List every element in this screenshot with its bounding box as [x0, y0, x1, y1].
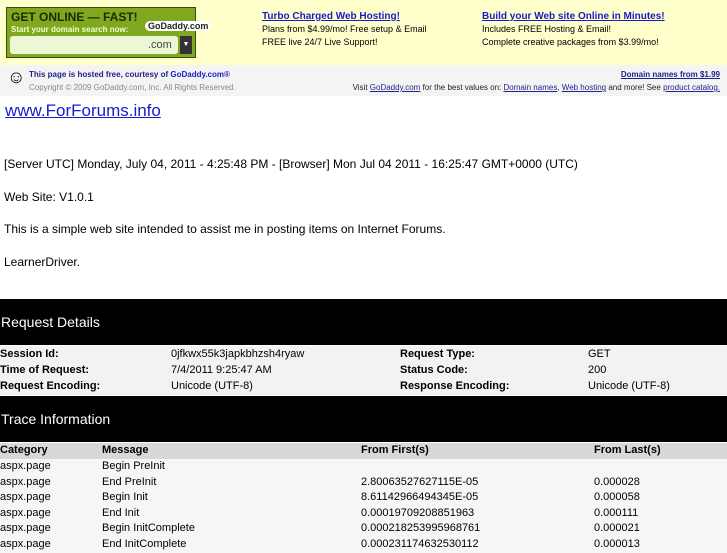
- web-hosting-link[interactable]: Web hosting: [562, 83, 606, 92]
- website-link[interactable]: Build your Web site Online in Minutes!: [482, 11, 665, 22]
- table-row: aspx.page Begin Init 8.61142966494345E-05 0…: [0, 490, 727, 506]
- table-cell: End Init: [102, 506, 140, 519]
- hosted-text: This page is hosted free, courtesy of: [29, 70, 169, 79]
- table-row: aspx.page Begin PreInit: [0, 459, 727, 475]
- table-cell: aspx.page: [0, 460, 51, 472]
- col-message: Message: [102, 444, 149, 456]
- response-encoding-value: Unicode (UTF-8): [588, 380, 670, 392]
- encoding-label: Request Encoding:: [0, 380, 101, 392]
- table-row: aspx.page End Init 0.00019709208851963 0.00…: [0, 505, 727, 522]
- type-value: GET: [588, 348, 611, 360]
- time-value: 7/4/2011 9:25:47 AM: [171, 364, 272, 376]
- website-ad: Build your Web site Online in Minutes! I…: [482, 10, 665, 49]
- table-cell: 0.000021: [594, 522, 640, 534]
- version-text: Web Site: V1.0.1: [4, 190, 94, 204]
- table-row: aspx.page Begin InitComplete 0.00021825399…: [0, 521, 727, 537]
- author-text: LearnerDriver.: [4, 255, 81, 269]
- trace-table-header: Category Message From First(s) From Last…: [0, 443, 727, 459]
- hosting-link[interactable]: Turbo Charged Web Hosting!: [262, 11, 400, 22]
- ad-headline: GET ONLINE — FAST!: [11, 10, 138, 24]
- table-cell: End PreInit: [102, 475, 157, 488]
- session-value: 0jfkwx55k3japkbhzsh4ryaw: [171, 348, 305, 360]
- table-cell: 8.61142966494345E-05: [361, 491, 479, 503]
- website-line1: Includes FREE Hosting & Email!: [482, 24, 612, 34]
- hosting-line1: Plans from $4.99/mo! Free setup & Email: [262, 24, 427, 34]
- table-row: aspx.page End PreInit 2.80063527627115E-05…: [0, 474, 727, 491]
- type-label: Request Type:: [400, 348, 475, 360]
- table-cell: Begin InitComplete: [102, 522, 195, 534]
- table-cell: aspx.page: [0, 491, 51, 503]
- table-cell: 2.80063527627115E-05: [361, 475, 479, 488]
- request-details: Session Id: 0jfkwx55k3japkbhzsh4ryaw Req…: [0, 346, 727, 395]
- website-line2: Complete creative packages from $3.99/mo…: [482, 37, 659, 47]
- copyright: Copyright © 2009 GoDaddy.com, Inc. All R…: [29, 83, 236, 92]
- table-cell: 0.000058: [594, 491, 640, 503]
- session-label: Session Id:: [0, 348, 59, 360]
- table-cell: aspx.page: [0, 475, 51, 488]
- encoding-value: Unicode (UTF-8): [171, 380, 253, 392]
- table-cell: End InitComplete: [102, 537, 187, 550]
- status-value: 200: [588, 364, 607, 376]
- domain-search-input[interactable]: .com: [10, 36, 178, 54]
- more-text: and more! See: [608, 83, 661, 92]
- time-label: Time of Request:: [0, 364, 90, 376]
- hosting-ad: Turbo Charged Web Hosting! Plans from $4…: [262, 10, 427, 49]
- godaddy-visit-link[interactable]: GoDaddy.com: [370, 83, 421, 92]
- godaddy-logo: GoDaddy.com: [145, 21, 212, 31]
- table-cell: aspx.page: [0, 506, 51, 519]
- table-cell: 0.000013: [594, 537, 640, 550]
- domain-offer-link[interactable]: Domain names from $1.99: [621, 70, 720, 79]
- godaddy-link[interactable]: GoDaddy.com®: [170, 70, 230, 79]
- trace-heading: Trace Information: [0, 396, 727, 442]
- domain-search-ad[interactable]: GET ONLINE — FAST! Start your domain sea…: [6, 7, 212, 58]
- table-cell: aspx.page: [0, 522, 51, 534]
- ad-banner: GET ONLINE — FAST! Start your domain sea…: [0, 0, 727, 65]
- table-cell: 0.000218253995968761: [361, 522, 481, 534]
- godaddy-mascot-icon: ☺: [7, 67, 26, 87]
- time-text: [Server UTC] Monday, July 04, 2011 - 4:2…: [4, 157, 578, 171]
- site-title-link[interactable]: www.ForForums.info: [5, 101, 161, 121]
- table-cell: Begin Init: [102, 491, 148, 503]
- domain-names-link[interactable]: Domain names: [504, 83, 558, 92]
- hosting-bar: ☺ This page is hosted free, courtesy of …: [0, 65, 727, 96]
- response-encoding-label: Response Encoding:: [400, 380, 510, 392]
- product-catalog-link[interactable]: product catalog.: [663, 83, 720, 92]
- table-cell: 0.000111: [594, 506, 639, 519]
- chevron-down-icon[interactable]: ▼: [180, 36, 192, 54]
- status-label: Status Code:: [400, 364, 468, 376]
- table-cell: 0.000231174632530112: [361, 537, 479, 550]
- request-details-heading: Request Details: [0, 299, 727, 345]
- table-cell: Begin PreInit: [102, 460, 165, 472]
- best-text: for the best values on:: [422, 83, 502, 92]
- table-cell: 0.000028: [594, 475, 640, 488]
- ad-subtitle: Start your domain search now:: [11, 25, 129, 34]
- table-cell: 0.00019709208851963: [361, 506, 475, 519]
- description-text: This is a simple web site intended to as…: [4, 222, 446, 236]
- hosting-line2: FREE live 24/7 Live Support!: [262, 37, 378, 47]
- table-cell: aspx.page: [0, 537, 51, 550]
- col-from-first: From First(s): [361, 444, 429, 456]
- visit-text: Visit: [352, 83, 368, 92]
- col-category: Category: [0, 444, 48, 456]
- col-from-last: From Last(s): [594, 444, 661, 456]
